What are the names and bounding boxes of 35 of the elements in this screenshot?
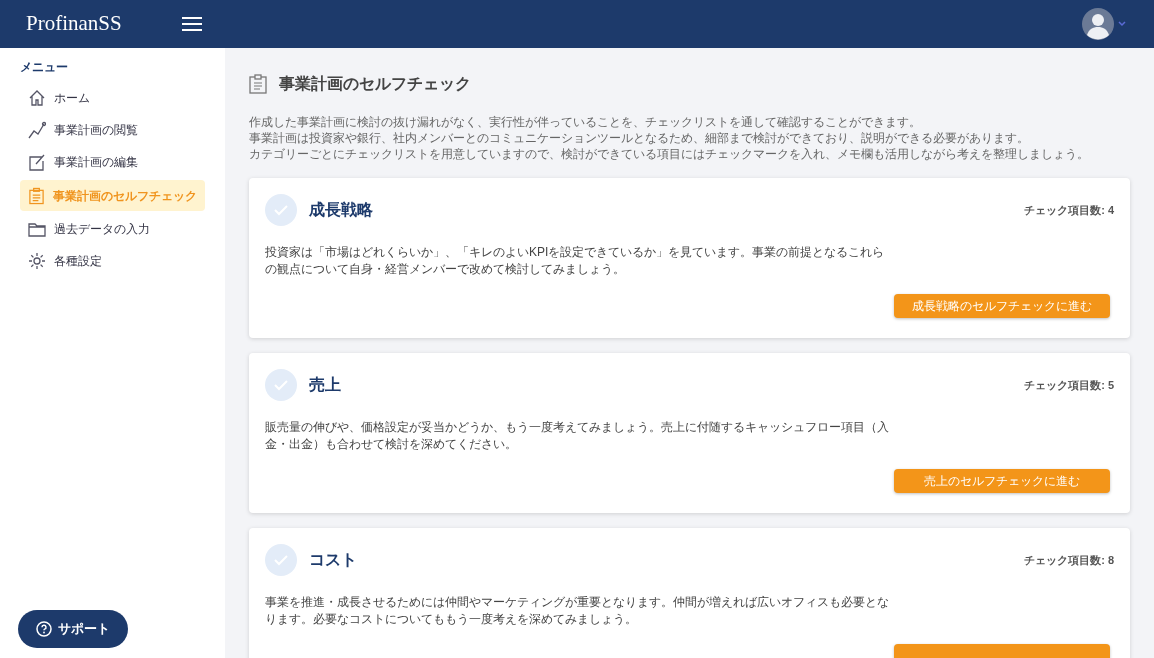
- sidebar-item[interactable]: 事業計画の閲覧: [20, 116, 205, 144]
- line-chart-icon: [28, 121, 46, 139]
- sidebar-item[interactable]: 各種設定: [20, 247, 205, 275]
- sidebar-item[interactable]: ホーム: [20, 84, 205, 112]
- clipboard-icon: [28, 186, 45, 205]
- check-count: チェック項目数: 8: [1024, 552, 1114, 568]
- description-text: カテゴリーごとにチェックリストを用意していますので、検討ができている項目にはチェックマークを入れ、メモ欄も活用しながら考えを整理しましょう。: [249, 146, 1090, 162]
- check-icon: [265, 194, 297, 226]
- gear-icon: [28, 252, 46, 270]
- edit-icon: [28, 153, 46, 171]
- card-description: 事業を推進・成長させるためには仲間やマーケティングが重要となります。仲間が増えれば広いオフィスも必要となります。必要なコストについてももう一度考えを深めてみましょう。: [265, 594, 890, 628]
- card-description: 販売量の伸びや、価格設定が妥当かどうか、もう一度考えてみましょう。売上に付随するキャッシュフロー項目（入金・出金）も合わせて検討を深めてください。: [265, 419, 890, 453]
- avatar-icon[interactable]: [1082, 8, 1114, 40]
- card-title: 売上: [309, 375, 341, 395]
- support-button[interactable]: サポート: [18, 610, 128, 648]
- sidebar-item[interactable]: 事業計画の編集: [20, 148, 205, 176]
- help-icon: [36, 621, 52, 637]
- check-count: チェック項目数: 5: [1024, 377, 1114, 393]
- card-title: 成長戦略: [309, 200, 373, 220]
- card-description: 投資家は「市場はどれくらいか」、「キレのよいKPIを設定できているか」を見ています。事業の前提となるこれらの観点について自身・経営メンバーで改めて検討してみましょう。: [265, 244, 886, 278]
- logo[interactable]: ProfinanSS: [26, 8, 146, 40]
- clipboard-icon: [249, 74, 267, 94]
- sidebar-item[interactable]: 過去データの入力: [20, 215, 205, 243]
- home-icon: [28, 89, 46, 107]
- menu-icon[interactable]: [182, 17, 202, 31]
- description-text: 作成した事業計画に検討の抜け漏れがなく、実行性が伴っていることを、チェックリストを通して確認することができます。: [249, 114, 922, 130]
- card-title: コスト: [309, 550, 357, 570]
- description-text: 事業計画は投資家や銀行、社内メンバーとのコミュニケーションツールとなるため、細部まで検討ができており、説明ができる必要があります。: [249, 130, 1030, 146]
- folder-icon: [28, 220, 46, 238]
- check-icon: [265, 369, 297, 401]
- sidebar-heading: メニュー: [20, 59, 69, 76]
- chevron-down-icon[interactable]: [1118, 21, 1126, 27]
- page-title: 事業計画のセルフチェック: [279, 74, 471, 94]
- check-icon: [265, 544, 297, 576]
- check-count: チェック項目数: 4: [1024, 202, 1114, 218]
